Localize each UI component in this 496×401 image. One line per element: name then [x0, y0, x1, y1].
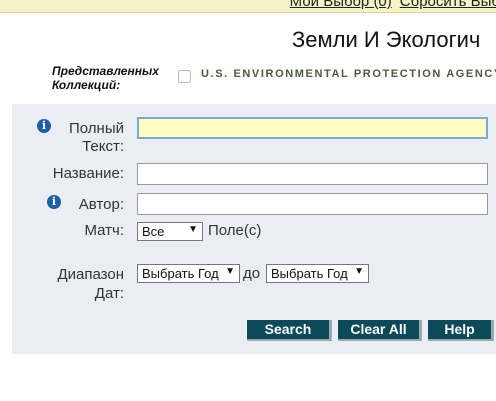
date-from-select[interactable]: Выбрать Год ▼: [137, 264, 240, 283]
search-button[interactable]: Search: [247, 320, 332, 341]
field-suffix-label: Поле(с): [208, 222, 262, 239]
chevron-down-icon: ▼: [225, 266, 235, 277]
author-label: Автор:: [78, 196, 124, 213]
reset-selection-link[interactable]: Сбросить Выб: [400, 0, 496, 10]
date-range-label: Диапазон Дат:: [57, 266, 124, 302]
title-input[interactable]: [137, 163, 488, 185]
help-button[interactable]: Help: [428, 320, 494, 341]
chevron-down-icon: ▼: [188, 224, 198, 235]
chevron-down-icon: ▼: [354, 266, 364, 277]
title-label: Название:: [52, 165, 124, 182]
info-icon[interactable]: i: [37, 119, 51, 133]
fulltext-input[interactable]: [137, 117, 488, 139]
page-title: Земли И Экологич: [292, 27, 481, 52]
fulltext-label: Полный Текст:: [69, 120, 124, 155]
date-to-select[interactable]: Выбрать Год ▼: [266, 264, 369, 283]
clear-all-button[interactable]: Clear All: [338, 320, 422, 341]
collection-epa-label: U.S. ENVIRONMENTAL PROTECTION AGENCY: [201, 68, 496, 80]
top-links: Мой Выбор (0) Сбросить Выб: [290, 0, 496, 10]
match-label: Матч:: [84, 222, 124, 239]
collections-label: Представленных Коллекций:: [52, 64, 159, 92]
author-input[interactable]: [137, 193, 488, 215]
date-to-label: до: [243, 265, 261, 282]
match-select[interactable]: Все ▼: [137, 222, 203, 241]
my-selection-link[interactable]: Мой Выбор (0): [290, 0, 392, 10]
collection-checkbox[interactable]: [178, 70, 191, 83]
info-icon[interactable]: i: [47, 195, 61, 209]
